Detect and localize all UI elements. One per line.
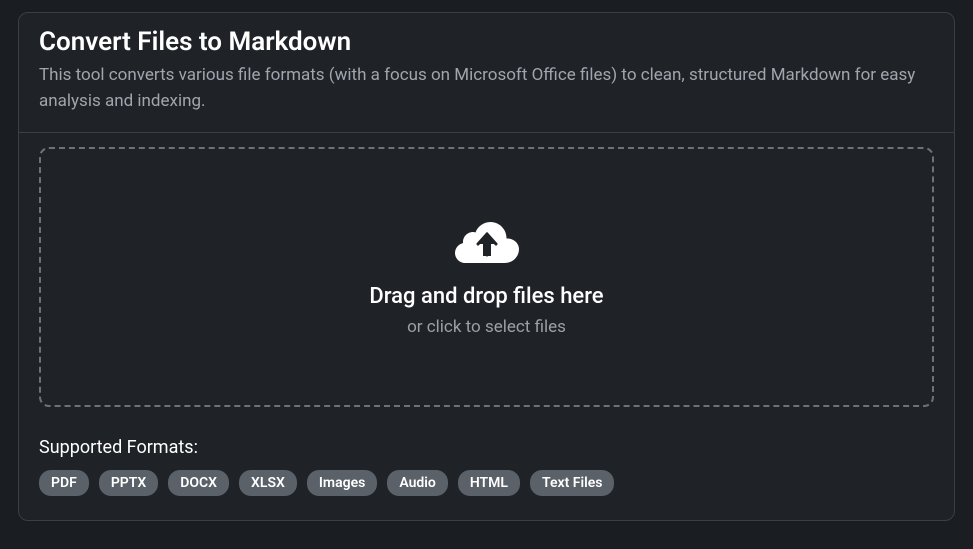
format-badge: PPTX [99,470,158,496]
card-header: Convert Files to Markdown This tool conv… [19,13,954,133]
converter-card: Convert Files to Markdown This tool conv… [18,12,955,521]
file-dropzone[interactable]: Drag and drop files here or click to sel… [39,147,934,407]
format-badge: DOCX [168,470,229,496]
format-badge: Images [307,470,377,496]
dropzone-secondary-text: or click to select files [407,317,566,337]
format-badge: XLSX [239,470,297,496]
page-title: Convert Files to Markdown [39,27,934,57]
format-badge: PDF [39,470,89,496]
page-description: This tool converts various file formats … [39,63,934,114]
format-badge: Audio [387,470,448,496]
supported-formats-label: Supported Formats: [39,437,934,458]
card-body: Drag and drop files here or click to sel… [19,133,954,520]
supported-formats-row: PDF PPTX DOCX XLSX Images Audio HTML Tex… [39,470,934,496]
format-badge: Text Files [530,470,614,496]
dropzone-primary-text: Drag and drop files here [369,284,603,309]
cloud-upload-icon [455,218,519,266]
format-badge: HTML [458,470,520,496]
